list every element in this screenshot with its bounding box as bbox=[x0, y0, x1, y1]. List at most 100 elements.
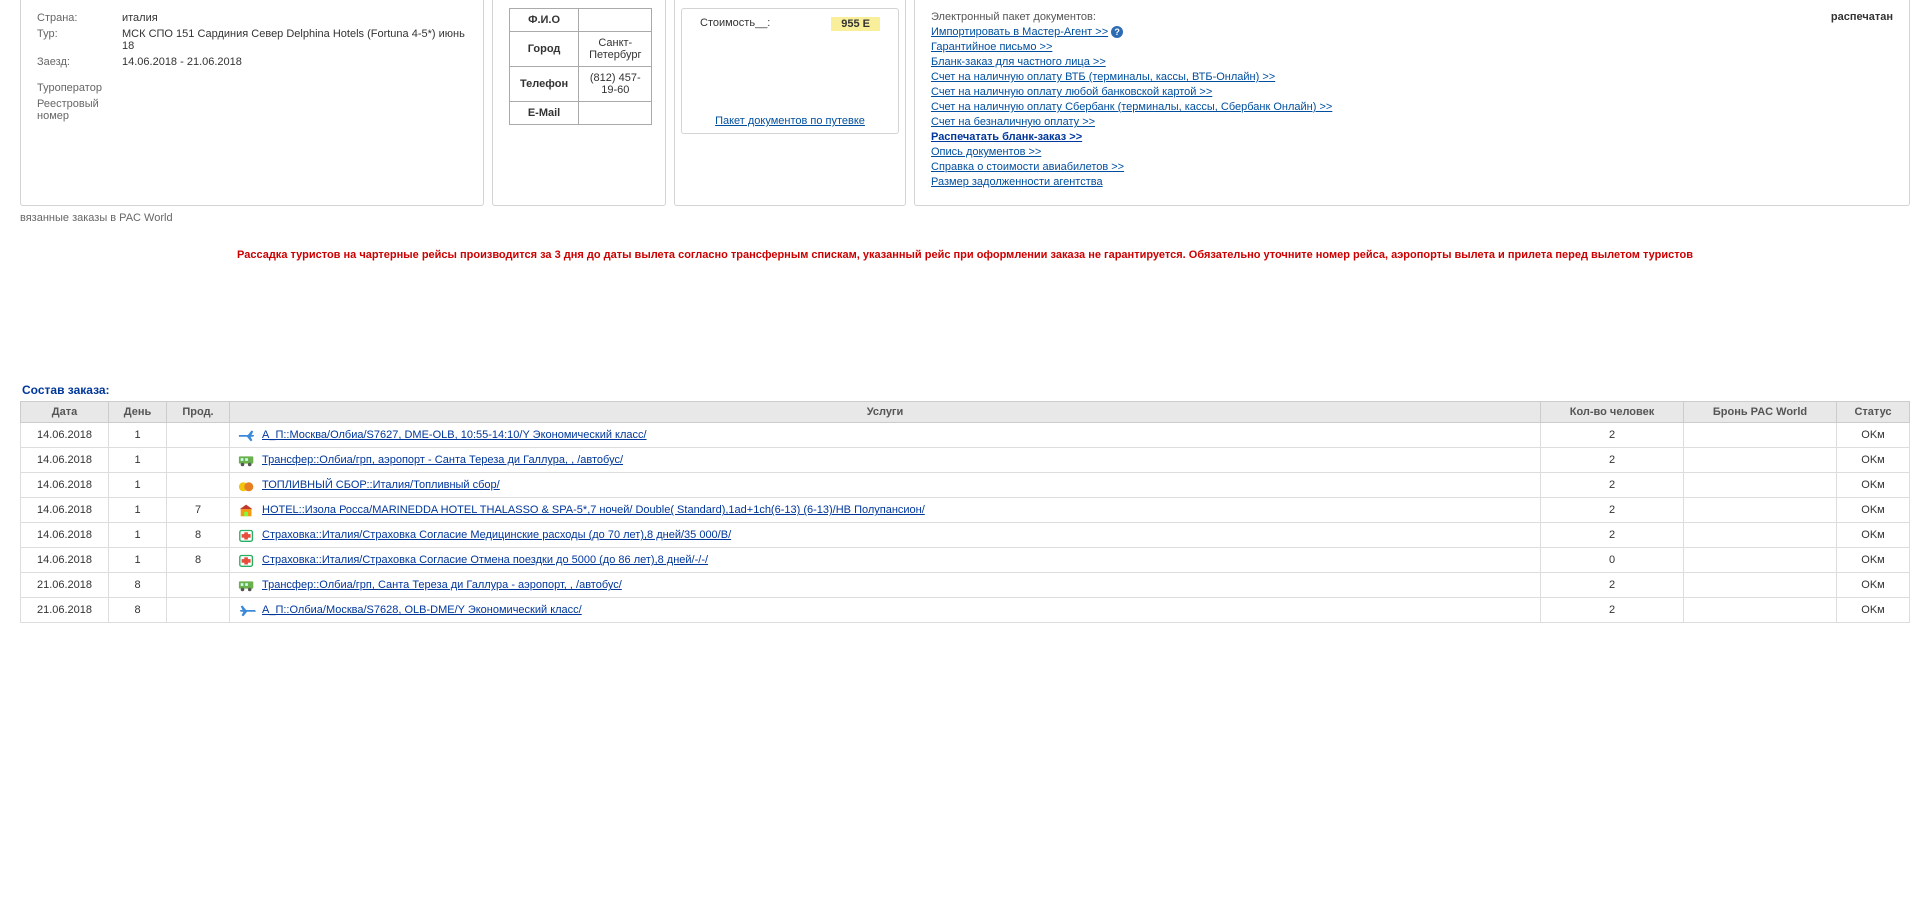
checkin-lbl: Заезд: bbox=[37, 56, 122, 68]
ins-icon bbox=[238, 553, 256, 567]
fio-val bbox=[579, 9, 652, 32]
import-master-agent-link[interactable]: Импортировать в Мастер-Агент >> bbox=[931, 26, 1108, 38]
documents-pane: Электронный пакет документов: распечатан… bbox=[914, 0, 1910, 206]
phone-lbl: Телефон bbox=[510, 67, 579, 102]
table-row: 14.06.20181Трансфер::Олбиа/грп, аэропорт… bbox=[21, 448, 1910, 473]
tour-lbl: Тур: bbox=[37, 28, 122, 52]
bus-icon bbox=[238, 453, 256, 467]
cell-status: OKм bbox=[1837, 448, 1910, 473]
cell-book bbox=[1684, 498, 1837, 523]
cell-day: 1 bbox=[109, 523, 167, 548]
cell-date: 14.06.2018 bbox=[21, 548, 109, 573]
cell-day: 1 bbox=[109, 498, 167, 523]
table-row: 14.06.201818Страховка::Италия/Страховка … bbox=[21, 548, 1910, 573]
invoice-bank-link[interactable]: Счет на безналичную оплату >> bbox=[931, 116, 1095, 128]
agency-debt-link[interactable]: Размер задолженности агентства bbox=[931, 176, 1103, 188]
table-row: 14.06.20181 ТОПЛИВНЫЙ СБОР::Италия/Топлив… bbox=[21, 473, 1910, 498]
invoice-card-link[interactable]: Счет на наличную оплату любой банковской… bbox=[931, 86, 1212, 98]
cell-dur bbox=[167, 598, 230, 623]
cell-pax: 2 bbox=[1541, 523, 1684, 548]
city-lbl: Город bbox=[510, 32, 579, 67]
service-link[interactable]: ТОПЛИВНЫЙ СБОР::Италия/Топливный сбор/ bbox=[262, 479, 500, 491]
fuel-icon bbox=[238, 478, 256, 492]
cell-book bbox=[1684, 423, 1837, 448]
cell-pax: 0 bbox=[1541, 548, 1684, 573]
order-section-title: Состав заказа: bbox=[0, 381, 1930, 401]
docs-head-lbl: Электронный пакет документов: bbox=[931, 11, 1096, 23]
cell-status: OKм bbox=[1837, 473, 1910, 498]
service-link[interactable]: Трансфер::Олбиа/грп, Санта Тереза ди Гал… bbox=[262, 579, 622, 591]
cell-dur: 8 bbox=[167, 523, 230, 548]
table-row: 14.06.201818 Страховка::Италия/Страховка … bbox=[21, 523, 1910, 548]
package-docs-link[interactable]: Пакет документов по путевке bbox=[715, 115, 865, 127]
col-day: День bbox=[109, 402, 167, 423]
service-link[interactable]: Трансфер::Олбиа/грп, аэропорт - Санта Те… bbox=[262, 454, 623, 466]
cell-status: OKм bbox=[1837, 498, 1910, 523]
table-row: 14.06.201817HOTEL::Изола Росса/MARINEDDA… bbox=[21, 498, 1910, 523]
col-svc: Услуги bbox=[230, 402, 1541, 423]
warning-text: Рассадка туристов на чартерные рейсы про… bbox=[0, 230, 1930, 281]
service-link[interactable]: Страховка::Италия/Страховка Согласие Мед… bbox=[262, 529, 731, 541]
invoice-sber-link[interactable]: Счет на наличную оплату Сбербанк (термин… bbox=[931, 101, 1332, 113]
cell-status: OKм bbox=[1837, 548, 1910, 573]
city-val: Санкт-Петербург bbox=[579, 32, 652, 67]
cell-service: Трансфер::Олбиа/грп, Санта Тереза ди Гал… bbox=[230, 573, 1541, 598]
order-table: Дата День Прод. Услуги Кол-во человек Бр… bbox=[20, 401, 1910, 623]
cell-book bbox=[1684, 448, 1837, 473]
cell-dur bbox=[167, 473, 230, 498]
order-blank-private-link[interactable]: Бланк-заказ для частного лица >> bbox=[931, 56, 1106, 68]
contact-table: Ф.И.О ГородСанкт-Петербург Телефон(812) … bbox=[509, 8, 652, 125]
guarantee-letter-link[interactable]: Гарантийное письмо >> bbox=[931, 41, 1052, 53]
email-lbl: E-Mail bbox=[510, 102, 579, 125]
tour-val: МСК СПО 151 Сардиния Север Delphina Hote… bbox=[122, 28, 467, 52]
cell-dur: 8 bbox=[167, 548, 230, 573]
cell-date: 14.06.2018 bbox=[21, 423, 109, 448]
table-row: 21.06.20188Трансфер::Олбиа/грп, Санта Те… bbox=[21, 573, 1910, 598]
table-row: 21.06.20188А_П::Олбиа/Москва/S7628, OLB-… bbox=[21, 598, 1910, 623]
cell-day: 1 bbox=[109, 423, 167, 448]
cell-book bbox=[1684, 548, 1837, 573]
cell-status: OKм bbox=[1837, 423, 1910, 448]
print-blank-link[interactable]: Распечатать бланк-заказ >> bbox=[931, 131, 1082, 143]
service-link[interactable]: А_П::Олбиа/Москва/S7628, OLB-DME/Y Эконо… bbox=[262, 604, 582, 616]
cell-date: 21.06.2018 bbox=[21, 573, 109, 598]
cell-date: 14.06.2018 bbox=[21, 473, 109, 498]
invoice-vtb-link[interactable]: Счет на наличную оплату ВТБ (терминалы, … bbox=[931, 71, 1275, 83]
plane-l-icon bbox=[238, 603, 256, 617]
doc-list-link[interactable]: Опись документов >> bbox=[931, 146, 1041, 158]
cell-book bbox=[1684, 598, 1837, 623]
cell-service: А_П::Олбиа/Москва/S7628, OLB-DME/Y Эконо… bbox=[230, 598, 1541, 623]
linked-orders-label: вязанные заказы в PAC World bbox=[0, 206, 1930, 230]
cell-status: OKм bbox=[1837, 523, 1910, 548]
cell-date: 14.06.2018 bbox=[21, 523, 109, 548]
cell-date: 14.06.2018 bbox=[21, 448, 109, 473]
col-date: Дата bbox=[21, 402, 109, 423]
email-val bbox=[579, 102, 652, 125]
cell-book bbox=[1684, 473, 1837, 498]
cell-service: Трансфер::Олбиа/грп, аэропорт - Санта Те… bbox=[230, 448, 1541, 473]
service-link[interactable]: HOTEL::Изола Росса/MARINEDDA HOTEL THALA… bbox=[262, 504, 925, 516]
cell-dur bbox=[167, 448, 230, 473]
cell-service: HOTEL::Изола Росса/MARINEDDA HOTEL THALA… bbox=[230, 498, 1541, 523]
phone-val: (812) 457-19-60 bbox=[579, 67, 652, 102]
cost-val: 955 E bbox=[831, 17, 880, 31]
cost-box: Стоимость__: 955 E Пакет документов по п… bbox=[681, 8, 899, 134]
checkin-val: 14.06.2018 - 21.06.2018 bbox=[122, 56, 242, 68]
cell-date: 14.06.2018 bbox=[21, 498, 109, 523]
col-book: Бронь PAC World bbox=[1684, 402, 1837, 423]
cell-pax: 2 bbox=[1541, 423, 1684, 448]
cell-pax: 2 bbox=[1541, 498, 1684, 523]
registry-lbl: Реестровый номер bbox=[37, 98, 127, 122]
service-link[interactable]: Страховка::Италия/Страховка Согласие Отм… bbox=[262, 554, 708, 566]
cell-service: ТОПЛИВНЫЙ СБОР::Италия/Топливный сбор/ bbox=[230, 473, 1541, 498]
col-dur: Прод. bbox=[167, 402, 230, 423]
cell-book bbox=[1684, 523, 1837, 548]
col-status: Статус bbox=[1837, 402, 1910, 423]
airticket-cost-link[interactable]: Справка о стоимости авиабилетов >> bbox=[931, 161, 1124, 173]
cell-service: Страховка::Италия/Страховка Согласие Отм… bbox=[230, 548, 1541, 573]
cell-day: 1 bbox=[109, 473, 167, 498]
cell-status: OKм bbox=[1837, 598, 1910, 623]
help-icon[interactable]: ? bbox=[1111, 26, 1123, 38]
service-link[interactable]: А_П::Москва/Олбиа/S7627, DME-OLB, 10:55-… bbox=[262, 429, 647, 441]
cell-pax: 2 bbox=[1541, 573, 1684, 598]
